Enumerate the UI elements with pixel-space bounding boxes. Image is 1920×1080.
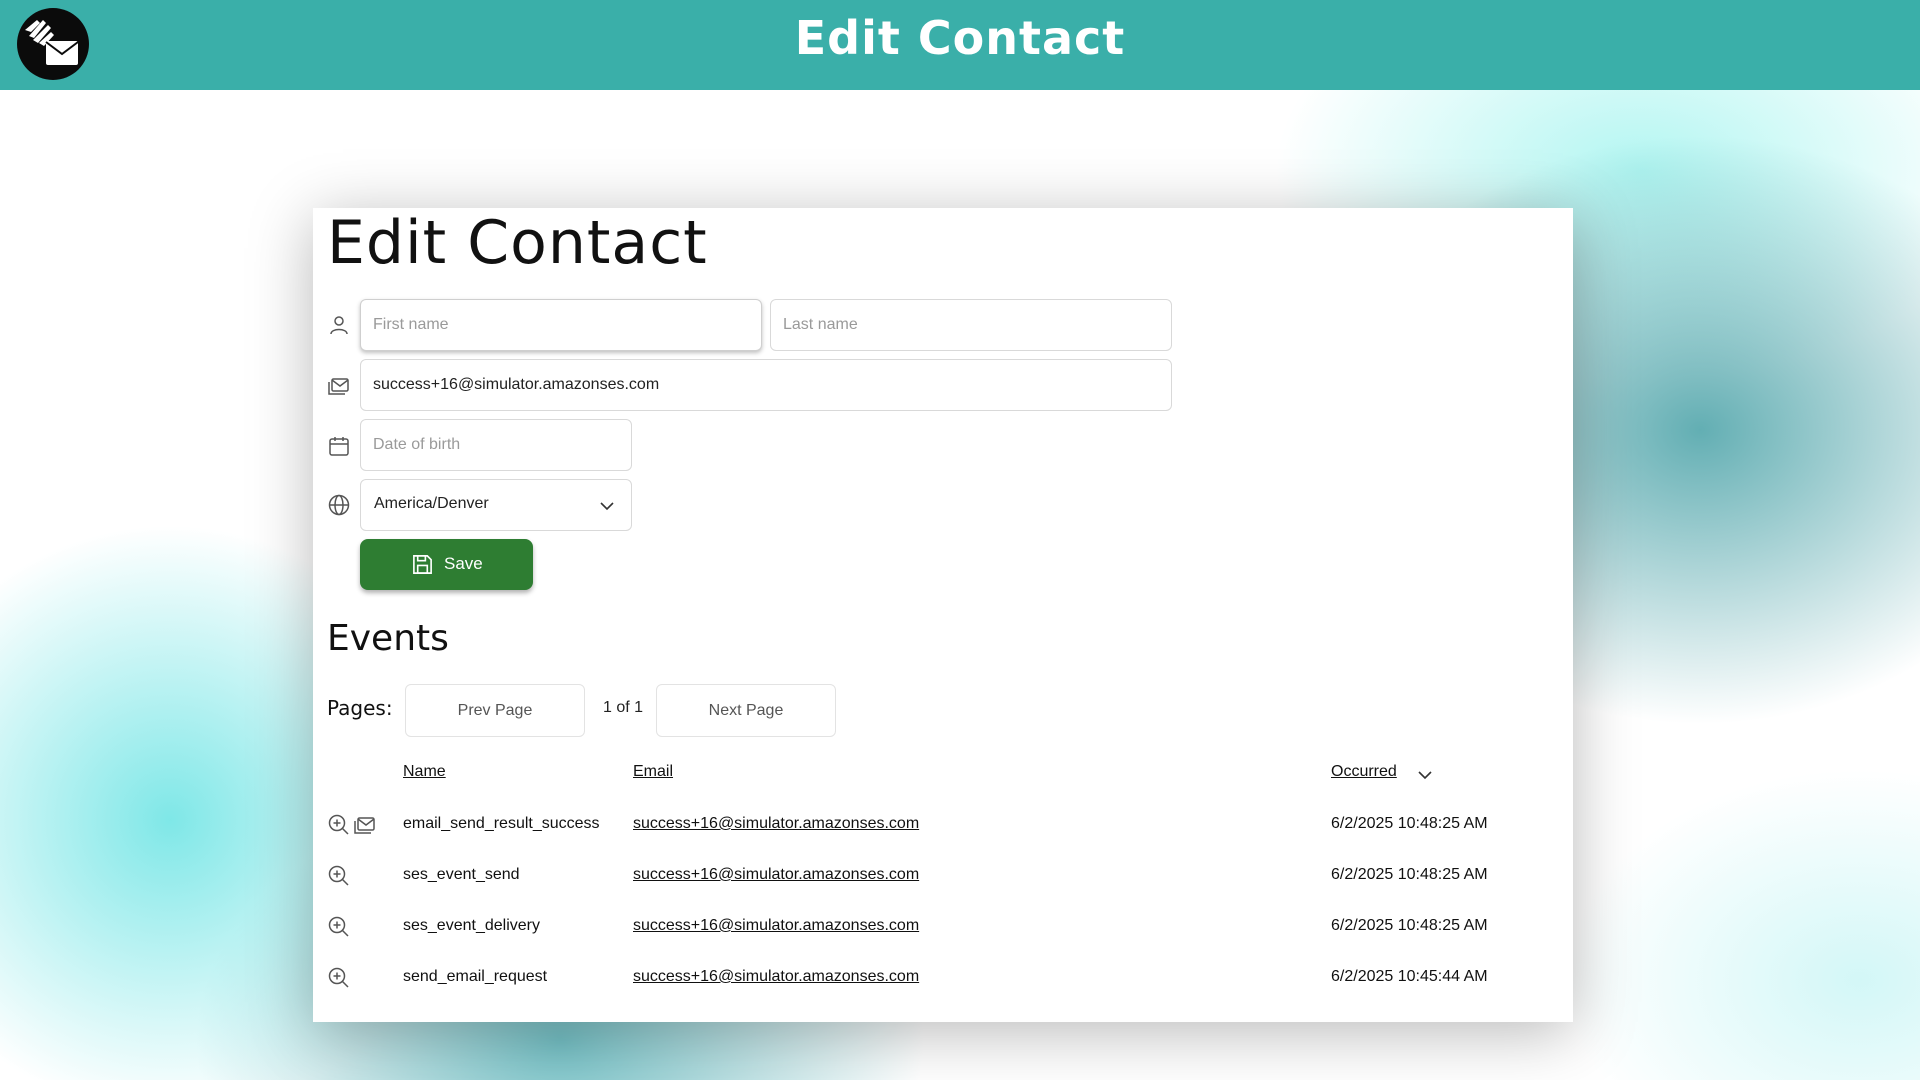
calendar-icon — [329, 437, 349, 456]
page-title: Edit Contact — [327, 208, 708, 278]
event-email-link[interactable]: success+16@simulator.amazonses.com — [633, 866, 919, 884]
events-heading: Events — [327, 618, 449, 659]
table-row: email_send_result_success success+16@sim… — [313, 805, 1573, 845]
page-count: 1 of 1 — [603, 699, 644, 716]
column-header-email[interactable]: Email — [633, 763, 673, 781]
event-occurred: 6/2/2025 10:45:44 AM — [1331, 968, 1488, 985]
column-header-occurred[interactable]: Occurred — [1331, 763, 1397, 781]
table-row: send_email_request success+16@simulator.… — [313, 958, 1573, 998]
event-email-link[interactable]: success+16@simulator.amazonses.com — [633, 815, 919, 833]
prev-page-button[interactable]: Prev Page — [405, 684, 585, 737]
event-name: email_send_result_success — [403, 815, 600, 832]
table-row: ses_event_delivery success+16@simulator.… — [313, 907, 1573, 947]
email-input[interactable] — [360, 359, 1172, 411]
last-name-input[interactable] — [770, 299, 1172, 351]
globe-icon — [328, 494, 350, 516]
zoom-in-icon[interactable] — [327, 813, 351, 837]
person-icon — [330, 316, 348, 335]
zoom-in-icon[interactable] — [327, 915, 351, 939]
date-of-birth-input[interactable] — [360, 419, 632, 471]
edit-contact-card: Edit Contact America/Denver S — [313, 208, 1573, 1022]
timezone-select[interactable]: America/Denver — [360, 479, 632, 531]
mail-icon[interactable] — [353, 813, 377, 837]
event-occurred: 6/2/2025 10:48:25 AM — [1331, 917, 1488, 934]
floppy-disk-icon — [413, 555, 432, 574]
event-email-link[interactable]: success+16@simulator.amazonses.com — [633, 968, 919, 986]
header-title: Edit Contact — [794, 11, 1126, 65]
save-button[interactable]: Save — [360, 539, 533, 590]
first-name-input[interactable] — [360, 299, 762, 351]
event-occurred: 6/2/2025 10:48:25 AM — [1331, 815, 1488, 832]
zoom-in-icon[interactable] — [327, 864, 351, 888]
event-occurred: 6/2/2025 10:48:25 AM — [1331, 866, 1488, 883]
timezone-selected-value: America/Denver — [374, 495, 489, 512]
event-name: send_email_request — [403, 968, 548, 985]
event-name: ses_event_send — [403, 866, 520, 883]
chevron-down-icon — [600, 502, 614, 511]
next-page-button[interactable]: Next Page — [656, 684, 836, 737]
sort-chevron-down-icon[interactable] — [1417, 767, 1433, 783]
pages-label: Pages: — [327, 696, 393, 720]
table-row: ses_event_send success+16@simulator.amaz… — [313, 856, 1573, 896]
save-button-label: Save — [444, 554, 483, 573]
app-header: Edit Contact — [0, 0, 1920, 90]
zoom-in-icon[interactable] — [327, 966, 351, 990]
event-name: ses_event_delivery — [403, 917, 540, 934]
mail-icon — [328, 378, 349, 395]
column-header-name[interactable]: Name — [403, 763, 446, 781]
event-email-link[interactable]: success+16@simulator.amazonses.com — [633, 917, 919, 935]
